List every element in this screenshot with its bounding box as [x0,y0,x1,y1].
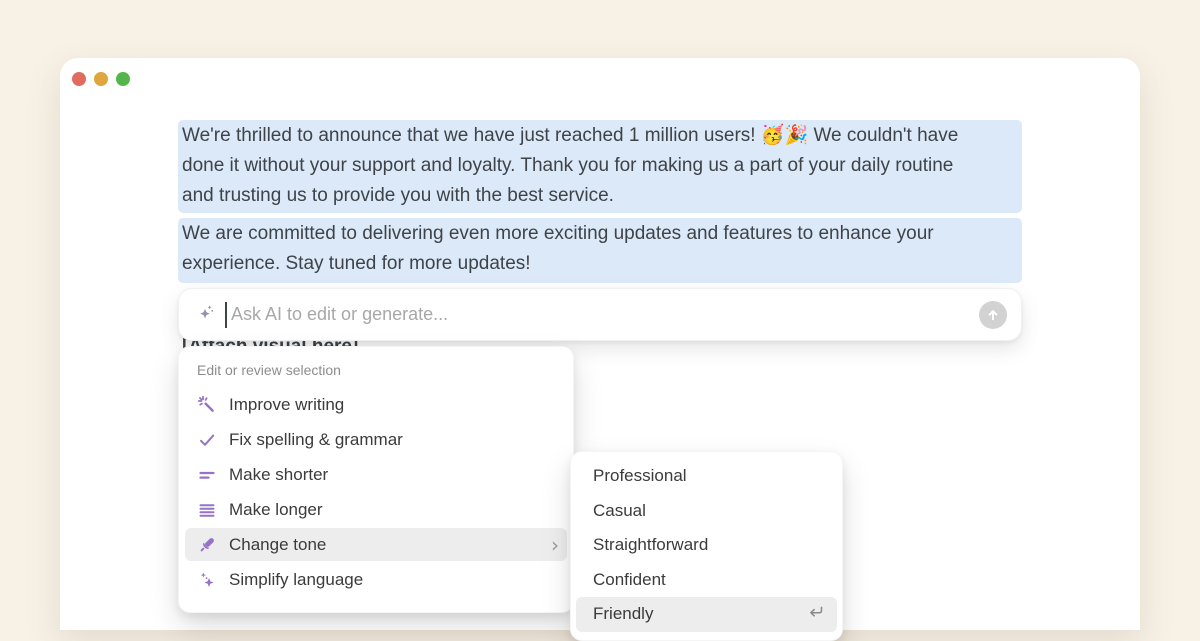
menu-list: Improve writing Fix spelling & grammar M… [179,387,573,597]
submenu-chevron-icon: › [551,535,559,555]
menu-section-header: Edit or review selection [179,347,573,378]
ai-sparkle-icon [196,302,216,327]
minimize-window-button[interactable] [94,72,108,86]
ai-edit-menu: Edit or review selection Improve writing [178,346,574,613]
submenu-item-friendly[interactable]: Friendly [576,597,837,632]
submenu-item-confident[interactable]: Confident [571,563,842,598]
change-tone-submenu: Professional Casual Straightforward Conf… [570,451,843,641]
submenu-item-straightforward[interactable]: Straightforward [571,528,842,563]
menu-item-label: Improve writing [229,395,344,415]
ai-prompt-bar[interactable]: Ask AI to edit or generate... [178,288,1022,341]
submenu-item-label: Confident [593,570,666,590]
arrow-up-icon [985,307,1001,323]
menu-item-simplify-language[interactable]: Simplify language [179,562,573,597]
submenu-item-casual[interactable]: Casual [571,494,842,529]
send-button[interactable] [979,301,1007,329]
selected-paragraph-2[interactable]: We are committed to delivering even more… [178,218,1022,283]
ai-prompt-input[interactable]: Ask AI to edit or generate... [231,304,979,325]
menu-item-change-tone[interactable]: Change tone › [185,528,567,561]
sparkles-icon [197,570,217,590]
enter-key-icon [805,601,827,628]
menu-item-label: Simplify language [229,570,363,590]
paragraph-line: and trusting us to provide you with the … [182,181,1016,211]
zoom-window-button[interactable] [116,72,130,86]
menu-item-label: Make longer [229,500,323,520]
submenu-item-label: Straightforward [593,535,708,555]
menu-item-label: Make shorter [229,465,328,485]
paragraph-line: done it without your support and loyalty… [182,151,1016,181]
submenu-item-professional[interactable]: Professional [571,459,842,494]
submenu-item-label: Professional [593,466,687,486]
menu-item-fix-spelling[interactable]: Fix spelling & grammar [179,422,573,457]
submenu-item-label: Friendly [593,604,653,624]
paragraph-line: We're thrilled to announce that we have … [182,121,1016,151]
microphone-icon [197,535,217,555]
two-lines-icon [197,465,217,485]
paragraph-line: We are committed to delivering even more… [182,219,1016,249]
menu-item-make-longer[interactable]: Make longer [179,492,573,527]
magic-burst-icon [197,395,217,415]
menu-item-label: Fix spelling & grammar [229,430,403,450]
four-lines-icon [197,500,217,520]
checkmark-icon [197,430,217,450]
menu-item-improve-writing[interactable]: Improve writing [179,387,573,422]
selected-paragraph-1[interactable]: We're thrilled to announce that we have … [178,120,1022,213]
menu-item-make-shorter[interactable]: Make shorter [179,457,573,492]
menu-item-label: Change tone [229,535,326,555]
paragraph-line: experience. Stay tuned for more updates! [182,249,1016,279]
text-cursor [225,302,227,328]
submenu-item-label: Casual [593,501,646,521]
close-window-button[interactable] [72,72,86,86]
